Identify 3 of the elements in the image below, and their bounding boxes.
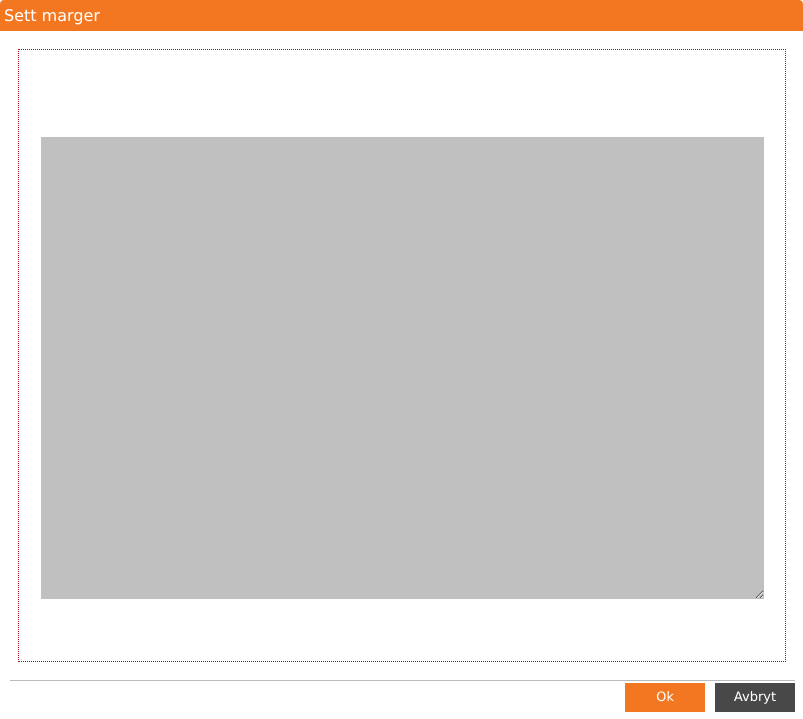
cancel-button[interactable]: Avbryt bbox=[715, 683, 795, 712]
text-area[interactable] bbox=[41, 137, 764, 599]
window-title: Sett marger bbox=[3, 6, 100, 25]
